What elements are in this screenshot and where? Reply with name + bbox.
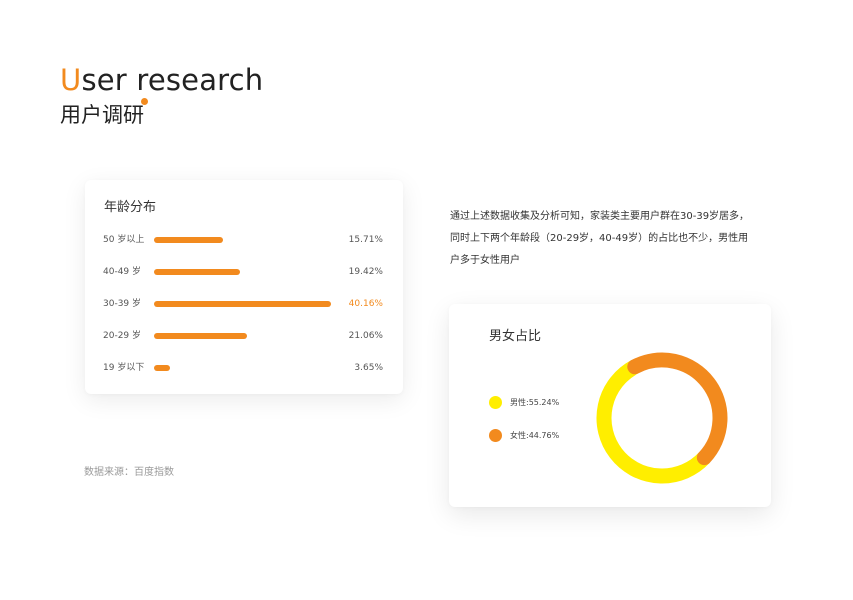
legend-label-female: 女性:44.76% bbox=[510, 431, 560, 440]
age-bar bbox=[154, 365, 171, 371]
age-value-label: 15.71% bbox=[348, 235, 383, 245]
age-distribution-card: 年龄分布 50 岁以上 15.71% 40-49 岁 19.42% 30-39 岁 40.… bbox=[85, 180, 403, 394]
age-row: 30-39 岁 40.16% bbox=[85, 296, 403, 312]
age-row: 19 岁以下 3.65% bbox=[85, 360, 403, 376]
analysis-description: 通过上述数据收集及分析可知，家装类主要用户群在30-39岁居多，同时上下两个年龄… bbox=[450, 211, 750, 266]
age-category-label: 19 岁以下 bbox=[103, 363, 145, 373]
title-accent-letter: U bbox=[60, 63, 82, 97]
age-value-label: 21.06% bbox=[348, 331, 383, 341]
page-title-chinese: 用户调研 bbox=[60, 103, 144, 127]
donut-slice-female bbox=[627, 352, 728, 466]
legend-dot-female bbox=[489, 429, 502, 442]
age-bar bbox=[154, 301, 331, 307]
legend-label-male: 男性:55.24% bbox=[510, 398, 560, 407]
donut-slice-male bbox=[596, 360, 710, 484]
data-source-note: 数据来源：百度指数 bbox=[84, 467, 174, 478]
age-category-label: 50 岁以上 bbox=[103, 235, 145, 245]
age-value-label: 3.65% bbox=[354, 363, 383, 373]
legend-dot-male bbox=[489, 396, 502, 409]
gender-card-title: 男女占比 bbox=[489, 329, 542, 344]
title-accent-dot bbox=[141, 98, 148, 105]
age-card-title: 年龄分布 bbox=[104, 200, 157, 215]
gender-ratio-card: 男女占比 男性:55.24% 女性:44.76% bbox=[449, 304, 771, 507]
gender-donut-chart bbox=[596, 352, 728, 484]
title-english-rest: ser research bbox=[81, 63, 264, 97]
age-category-label: 20-29 岁 bbox=[103, 331, 142, 341]
age-bar bbox=[154, 333, 247, 339]
age-row: 50 岁以上 15.71% bbox=[85, 232, 403, 248]
age-bar bbox=[154, 237, 224, 243]
page-title-english: User research bbox=[60, 60, 263, 100]
age-value-label: 40.16% bbox=[348, 299, 383, 309]
age-row: 40-49 岁 19.42% bbox=[85, 264, 403, 280]
age-category-label: 40-49 岁 bbox=[103, 267, 142, 277]
age-value-label: 19.42% bbox=[348, 267, 383, 277]
age-row: 20-29 岁 21.06% bbox=[85, 328, 403, 344]
age-category-label: 30-39 岁 bbox=[103, 299, 142, 309]
age-bar bbox=[154, 269, 240, 275]
